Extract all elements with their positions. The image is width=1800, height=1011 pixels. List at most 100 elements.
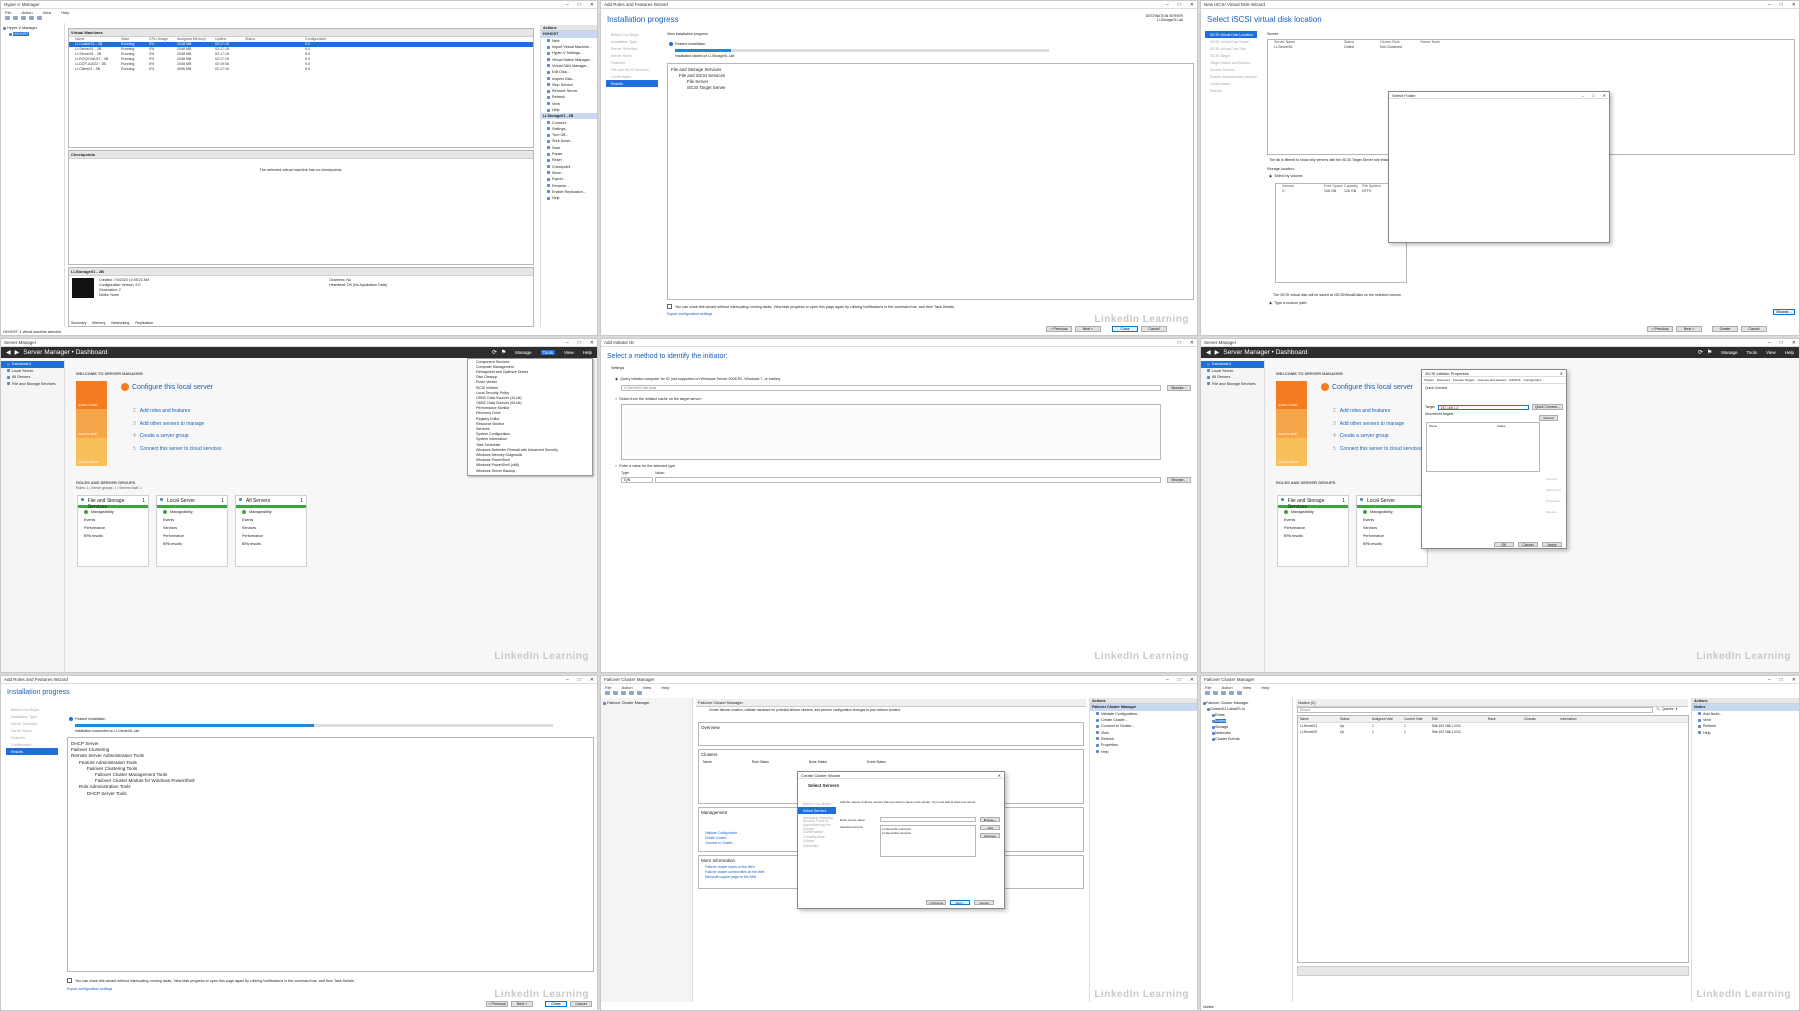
role-tile[interactable]: File and Storage Services 1 Manageability E…: [1277, 495, 1349, 567]
next-button[interactable]: Next >: [1075, 326, 1101, 332]
action-item[interactable]: Help: [541, 195, 597, 201]
menu-help[interactable]: Help: [1785, 350, 1794, 355]
close-icon[interactable]: ✕: [1190, 340, 1194, 346]
refresh-icon[interactable]: [29, 16, 34, 20]
dialog-tab[interactable]: Targets: [1424, 378, 1434, 382]
dialog-tab[interactable]: Configuration: [1524, 378, 1542, 382]
wizard-step[interactable]: Features: [606, 59, 658, 66]
cancel-button[interactable]: Cancel: [1518, 542, 1538, 547]
wizard-step[interactable]: File and iSCSI Services: [606, 66, 658, 73]
role-tile-row[interactable]: BPA results: [1357, 540, 1427, 548]
role-tile-row[interactable]: Events: [78, 516, 148, 524]
tree-root[interactable]: Failover Cluster Manager: [603, 700, 690, 706]
add-button[interactable]: Add: [980, 825, 1000, 830]
menu-manage[interactable]: Manage: [515, 350, 531, 355]
server-name-input[interactable]: [880, 817, 976, 822]
wizard-step[interactable]: Access Point for Administering the Clust…: [798, 819, 836, 831]
export-link[interactable]: Export configuration settings: [667, 312, 712, 316]
role-tile[interactable]: Local Server 1 ManageabilityEventsServices…: [156, 495, 228, 567]
forward-icon[interactable]: [1213, 691, 1218, 695]
initiator-cache-radio[interactable]: ○ Select from the initiator cache on the …: [615, 397, 702, 401]
type-select[interactable]: IQN: [621, 477, 653, 483]
role-tile[interactable]: All Servers 1 Manageability Events Services P…: [235, 495, 307, 567]
close-icon[interactable]: ✕: [1190, 2, 1194, 8]
wizard-step[interactable]: Creating New Cluster: [798, 835, 836, 843]
role-tile-row[interactable]: Manageability: [157, 508, 227, 516]
role-tile-row[interactable]: Performance: [1278, 524, 1348, 532]
browse-button[interactable]: Browse...: [1167, 385, 1191, 391]
configure-link[interactable]: Configure this local server: [121, 383, 213, 391]
minimize-icon[interactable]: –: [1582, 93, 1584, 98]
maximize-icon[interactable]: □: [578, 340, 581, 346]
refresh-icon[interactable]: [629, 691, 634, 695]
next-button[interactable]: Next >: [950, 900, 970, 905]
forward-icon[interactable]: [13, 16, 18, 20]
dialog-tab[interactable]: Volumes and Devices: [1477, 378, 1506, 382]
wizard-step[interactable]: Installation Type: [6, 713, 58, 720]
target-input[interactable]: 192.168.1.2: [1438, 404, 1529, 410]
menu-help[interactable]: Help: [61, 10, 69, 15]
menu-tools[interactable]: Tools: [1747, 350, 1758, 355]
back-icon[interactable]: [605, 691, 610, 695]
help-icon[interactable]: [637, 691, 642, 695]
target-action-button[interactable]: Properties...: [1546, 496, 1562, 507]
wizard-step[interactable]: Summary: [798, 842, 836, 849]
close-icon[interactable]: ✕: [590, 2, 594, 8]
export-link[interactable]: Export configuration settings: [67, 987, 112, 991]
minimize-icon[interactable]: –: [1768, 340, 1771, 346]
role-tile-row[interactable]: Events: [236, 516, 306, 524]
maximize-icon[interactable]: □: [1178, 2, 1181, 8]
menu-help[interactable]: Help: [661, 685, 669, 690]
previous-button[interactable]: < Previous: [1647, 326, 1673, 332]
refresh-button[interactable]: Refresh: [1539, 415, 1558, 421]
quick-task-link[interactable]: 4 Create a server group: [133, 430, 221, 443]
quick-task-link[interactable]: 2 Add roles and features: [133, 405, 221, 418]
wizard-step[interactable]: Select Servers: [798, 807, 836, 814]
maximize-icon[interactable]: □: [1780, 340, 1783, 346]
dialog-tab[interactable]: Discovery: [1437, 378, 1450, 382]
back-icon[interactable]: [5, 16, 10, 20]
role-tile-row[interactable]: Events: [1278, 516, 1348, 524]
role-tile-row[interactable]: Services: [157, 524, 227, 532]
close-icon[interactable]: ✕: [1190, 677, 1194, 683]
target-action-button[interactable]: Disconnect: [1546, 485, 1562, 496]
value-field[interactable]: [655, 477, 1161, 483]
role-tile-row[interactable]: BPA results: [78, 532, 148, 540]
wizard-step[interactable]: Server Roles: [606, 52, 658, 59]
menu-view[interactable]: View: [564, 350, 574, 355]
quick-task-link[interactable]: 5 Connect this server to cloud services: [133, 443, 221, 456]
wizard-step[interactable]: iSCSI Target: [1205, 52, 1257, 59]
role-tile-row[interactable]: Manageability: [236, 508, 306, 516]
minimize-icon[interactable]: –: [566, 677, 569, 683]
dialog-tab[interactable]: Favorite Targets: [1453, 378, 1474, 382]
wizard-step[interactable]: Before You Begin: [606, 31, 658, 38]
maximize-icon[interactable]: □: [1178, 677, 1181, 683]
nav-item[interactable]: File and Storage Services: [1, 381, 64, 388]
help-icon[interactable]: [1237, 691, 1242, 695]
tree-host[interactable]: HVHOST: [3, 31, 62, 37]
close-icon[interactable]: ✕: [1792, 677, 1796, 683]
custom-path-radio[interactable]: ◉ Type a custom path:: [1269, 301, 1307, 305]
volume-row[interactable]: C: 106 GB 126 GB NTFS: [1276, 189, 1406, 194]
wizard-step[interactable]: Confirmation: [606, 73, 658, 80]
wizard-step[interactable]: iSCSI Virtual Disk Size: [1205, 45, 1257, 52]
menu-action[interactable]: Action: [621, 685, 632, 690]
wizard-step[interactable]: Installation Type: [606, 38, 658, 45]
up-icon[interactable]: [621, 691, 626, 695]
quick-connect-button[interactable]: Quick Connect...: [1531, 404, 1563, 410]
menu-file[interactable]: File: [5, 10, 11, 15]
menu-view[interactable]: View: [1766, 350, 1776, 355]
flag-icon[interactable]: ⚑: [1707, 349, 1712, 356]
back-icon[interactable]: [1205, 691, 1210, 695]
minimize-icon[interactable]: –: [1166, 2, 1169, 8]
wizard-step[interactable]: Server Roles: [6, 727, 58, 734]
remove-button[interactable]: Remove: [980, 833, 1000, 838]
target-action-button[interactable]: Devices...: [1546, 507, 1562, 518]
role-tile-row[interactable]: Performance: [1357, 532, 1427, 540]
search-box[interactable]: Search: [1297, 707, 1653, 713]
maximize-icon[interactable]: □: [578, 2, 581, 8]
forward-icon[interactable]: ▶: [15, 349, 20, 356]
menu-file[interactable]: File: [1205, 685, 1211, 690]
role-tile-row[interactable]: Manageability: [1357, 508, 1427, 516]
close-icon[interactable]: ✕: [590, 677, 594, 683]
